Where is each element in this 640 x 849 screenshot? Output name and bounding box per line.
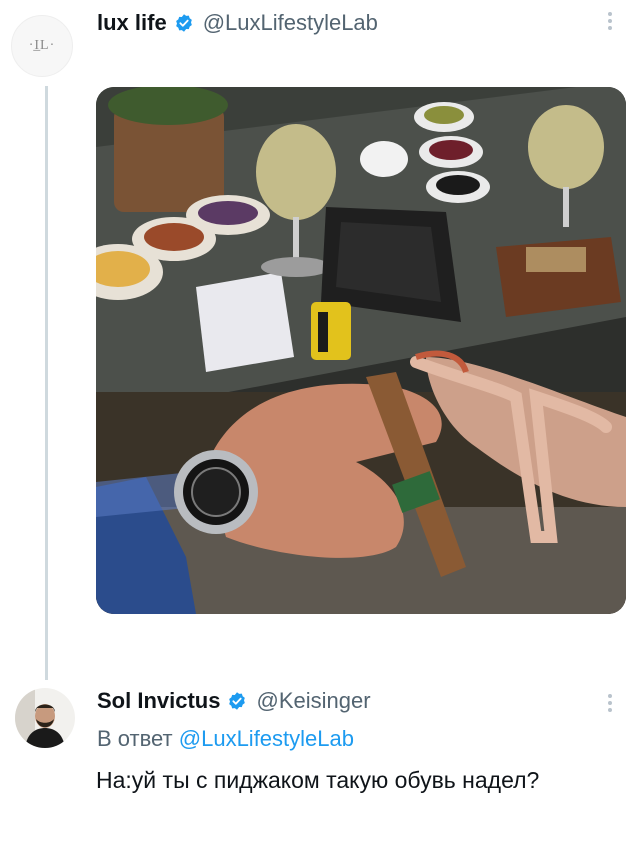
display-name[interactable]: Sol Invictus <box>97 688 220 714</box>
display-name[interactable]: lux life <box>97 10 167 36</box>
tweet-media-image[interactable] <box>96 87 626 614</box>
avatar-logo-text: ·I̲L· <box>28 38 56 53</box>
tweet2-header: Sol Invictus @Keisinger <box>97 684 371 718</box>
verified-badge-icon <box>175 14 192 32</box>
verified-badge-icon <box>229 692 246 710</box>
handle[interactable]: @Keisinger <box>256 688 370 714</box>
more-options-icon[interactable] <box>606 12 614 30</box>
handle[interactable]: @LuxLifestyleLab <box>203 10 378 36</box>
reply-prefix: В ответ <box>97 726 173 751</box>
more-options-icon[interactable] <box>606 694 614 712</box>
avatar-solinvictus[interactable] <box>15 688 75 748</box>
thread-connector-line <box>45 86 48 680</box>
avatar-luxlife[interactable]: ·I̲L· <box>11 15 73 77</box>
tweet1-header: lux life @LuxLifestyleLab <box>97 6 378 40</box>
tweet-text: На:уй ты с пиджаком такую обувь надел? <box>96 767 540 793</box>
reply-mention-link[interactable]: @LuxLifestyleLab <box>179 726 354 751</box>
reply-context: В ответ @LuxLifestyleLab <box>97 726 354 752</box>
